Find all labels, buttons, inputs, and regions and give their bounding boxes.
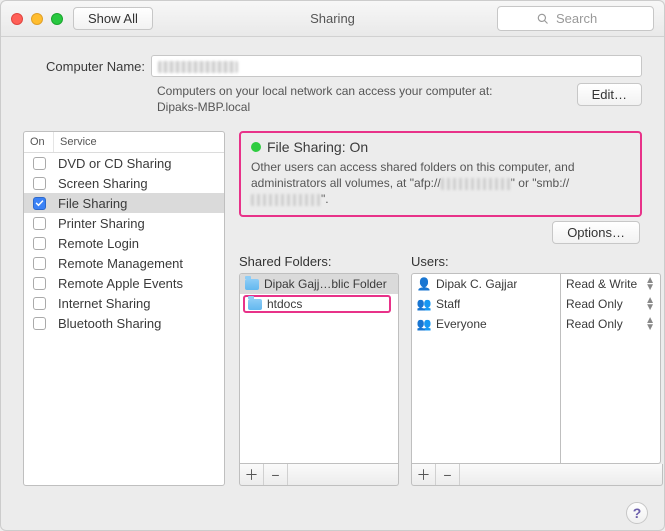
service-label: Remote Management — [54, 256, 224, 271]
service-checkbox[interactable] — [33, 237, 46, 250]
service-row[interactable]: Printer Sharing — [24, 213, 224, 233]
user-item[interactable]: 👥 Staff — [412, 294, 560, 314]
user-icon: 👥 — [417, 297, 431, 311]
computer-name-section: Computer Name: Computers on your local n… — [1, 37, 664, 121]
permission-item[interactable]: Read Only ▲▼ — [561, 314, 660, 334]
service-label: Printer Sharing — [54, 216, 224, 231]
service-row[interactable]: DVD or CD Sharing — [24, 153, 224, 173]
permission-stepper-icon[interactable]: ▲▼ — [645, 317, 655, 331]
permission-label: Read Only — [566, 317, 623, 331]
service-checkbox[interactable] — [33, 177, 46, 190]
status-description: Other users can access shared folders on… — [251, 159, 630, 207]
shared-folders-title: Shared Folders: — [239, 254, 399, 269]
user-icon: 👥 — [417, 317, 431, 331]
window-controls — [11, 13, 63, 25]
permission-item[interactable]: Read & Write ▲▼ — [561, 274, 660, 294]
search-icon — [537, 13, 549, 25]
close-icon[interactable] — [11, 13, 23, 25]
sharing-prefpane-window: Show All Sharing Computer Name: Computer… — [0, 0, 665, 531]
add-folder-button[interactable]: ＋ — [240, 464, 264, 485]
bottom-bar: ? — [1, 496, 664, 530]
service-row[interactable]: Bluetooth Sharing — [24, 313, 224, 333]
show-all-button[interactable]: Show All — [73, 7, 153, 30]
user-icon: 👤 — [417, 277, 431, 291]
service-row[interactable]: Remote Management — [24, 253, 224, 273]
remove-folder-button[interactable]: − — [264, 464, 288, 485]
shared-folders-column: Shared Folders: Dipak Gajj…blic Folder ht… — [239, 254, 399, 486]
folder-label: htdocs — [267, 297, 302, 311]
user-item[interactable]: 👤 Dipak C. Gajjar — [412, 274, 560, 294]
main-content: On Service DVD or CD Sharing Screen Shari… — [1, 121, 664, 496]
service-row[interactable]: File Sharing — [24, 193, 224, 213]
service-row[interactable]: Remote Apple Events — [24, 273, 224, 293]
service-label: Remote Login — [54, 236, 224, 251]
service-checkbox[interactable] — [33, 197, 46, 210]
permission-item[interactable]: Read Only ▲▼ — [561, 294, 660, 314]
permission-label: Read Only — [566, 297, 623, 311]
computer-name-subtext: Computers on your local network can acce… — [157, 83, 492, 115]
zoom-icon[interactable] — [51, 13, 63, 25]
permission-label: Read & Write — [566, 277, 637, 291]
titlebar: Show All Sharing — [1, 1, 664, 37]
status-on-icon — [251, 142, 261, 152]
service-label: Internet Sharing — [54, 296, 224, 311]
folders-add-remove: ＋ − — [239, 464, 399, 486]
service-checkbox[interactable] — [33, 157, 46, 170]
folder-label: Dipak Gajj…blic Folder — [264, 277, 387, 291]
user-label: Staff — [436, 297, 460, 311]
users-list[interactable]: 👤 Dipak C. Gajjar 👥 Staff 👥 Everyone — [411, 273, 561, 464]
user-label: Dipak C. Gajjar — [436, 277, 517, 291]
service-label: File Sharing — [54, 196, 224, 211]
service-label: Screen Sharing — [54, 176, 224, 191]
service-checkbox[interactable] — [33, 257, 46, 270]
service-checkbox[interactable] — [33, 277, 46, 290]
service-label: DVD or CD Sharing — [54, 156, 224, 171]
add-user-button[interactable]: ＋ — [412, 464, 436, 485]
permission-stepper-icon[interactable]: ▲▼ — [645, 277, 655, 291]
status-title-text: File Sharing: On — [267, 139, 368, 155]
users-title: Users: — [411, 254, 642, 269]
permissions-list[interactable]: Read & Write ▲▼ Read Only ▲▼ Read Only ▲▼ — [561, 273, 661, 464]
search-input-wrapper[interactable] — [497, 6, 654, 31]
services-header: On Service — [24, 132, 224, 153]
shared-folders-list[interactable]: Dipak Gajj…blic Folder htdocs — [239, 273, 399, 464]
service-row[interactable]: Remote Login — [24, 233, 224, 253]
edit-button[interactable]: Edit… — [577, 83, 642, 106]
service-checkbox[interactable] — [33, 297, 46, 310]
options-button[interactable]: Options… — [552, 221, 640, 244]
remove-user-button[interactable]: − — [436, 464, 460, 485]
service-label: Remote Apple Events — [54, 276, 224, 291]
shared-folder-item[interactable]: Dipak Gajj…blic Folder — [240, 274, 398, 294]
user-label: Everyone — [436, 317, 487, 331]
status-callout: File Sharing: On Other users can access … — [239, 131, 642, 217]
service-row[interactable]: Screen Sharing — [24, 173, 224, 193]
service-row[interactable]: Internet Sharing — [24, 293, 224, 313]
shared-folder-item[interactable]: htdocs — [240, 294, 398, 314]
permission-stepper-icon[interactable]: ▲▼ — [645, 297, 655, 311]
users-add-remove: ＋ − — [411, 464, 663, 486]
services-list: On Service DVD or CD Sharing Screen Shari… — [23, 131, 225, 486]
user-item[interactable]: 👥 Everyone — [412, 314, 560, 334]
computer-name-label: Computer Name: — [23, 59, 151, 74]
computer-name-field[interactable] — [151, 55, 642, 77]
help-button[interactable]: ? — [626, 502, 648, 524]
service-checkbox[interactable] — [33, 317, 46, 330]
service-checkbox[interactable] — [33, 217, 46, 230]
search-input[interactable] — [554, 10, 614, 27]
service-detail: File Sharing: On Other users can access … — [239, 131, 642, 486]
minimize-icon[interactable] — [31, 13, 43, 25]
folder-icon — [245, 279, 259, 290]
folder-icon — [248, 299, 262, 310]
redacted-text — [158, 61, 238, 73]
service-label: Bluetooth Sharing — [54, 316, 224, 331]
